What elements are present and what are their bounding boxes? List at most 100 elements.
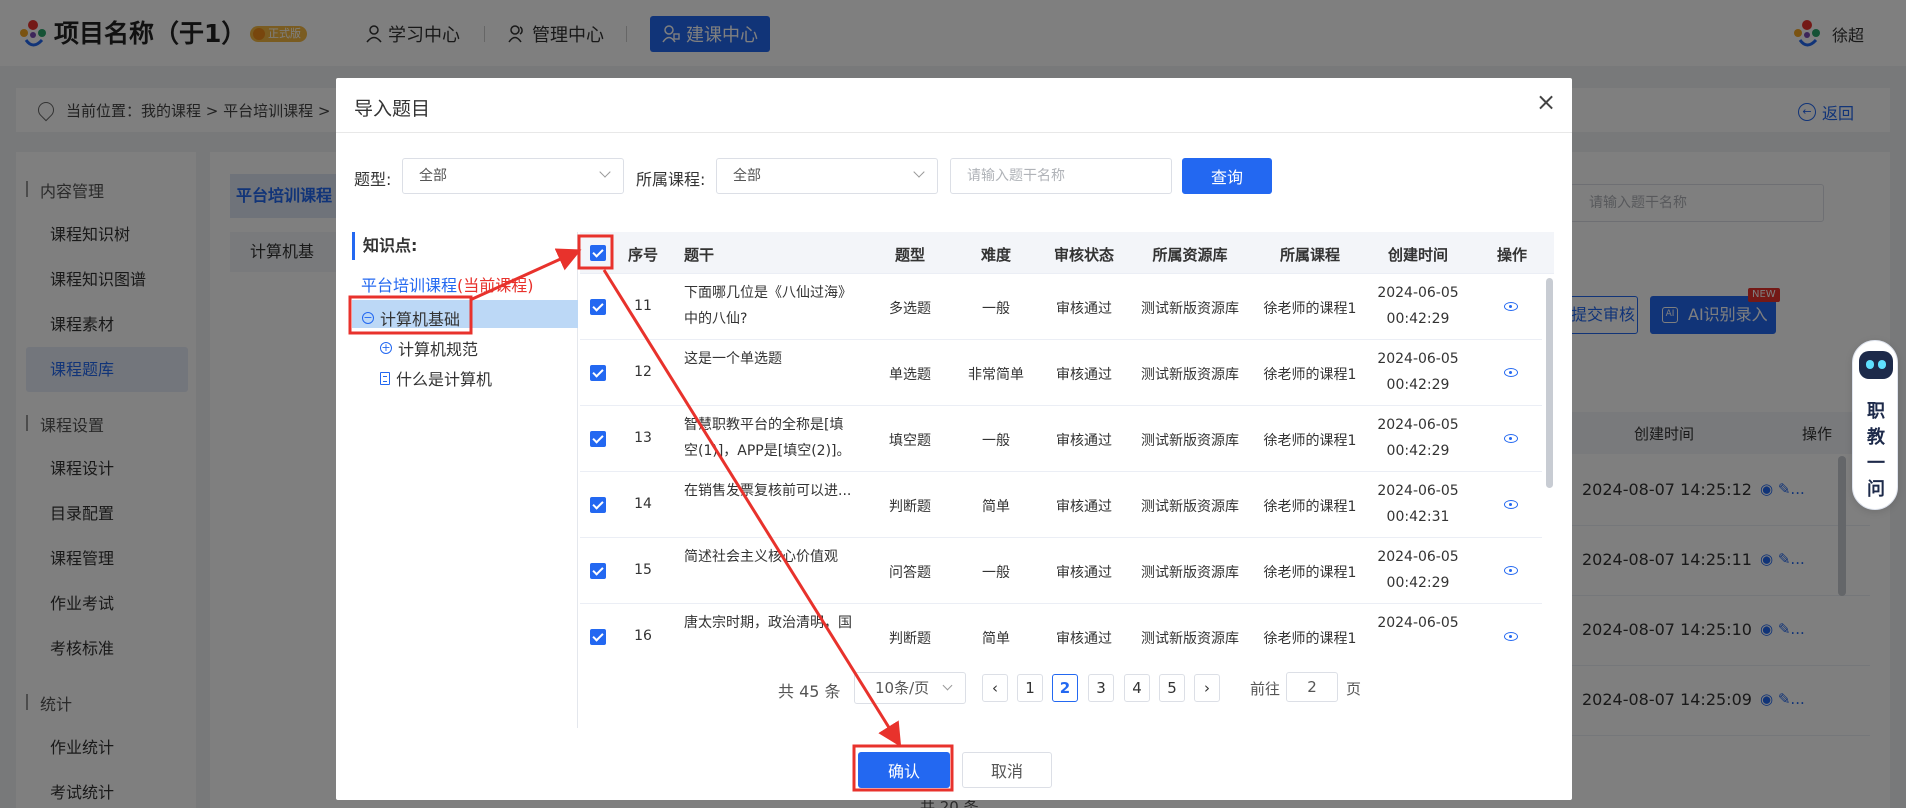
preview-eye-icon[interactable]	[1504, 368, 1518, 377]
assistant-bot-widget[interactable]: 职教一问	[1852, 340, 1898, 510]
row-checkbox[interactable]	[590, 497, 606, 513]
cell-course: 徐老师的课程1	[1263, 367, 1357, 383]
cell-seq: 12	[634, 364, 652, 380]
cell-library: 测试新版资源库	[1141, 433, 1239, 449]
cell-library: 测试新版资源库	[1141, 565, 1239, 581]
type-select[interactable]: 全部	[402, 158, 624, 194]
page-size-value: 10条/页	[875, 679, 930, 697]
cell-library: 测试新版资源库	[1141, 367, 1239, 383]
stem-search-input[interactable]	[950, 158, 1172, 194]
cell-course: 徐老师的课程1	[1263, 631, 1357, 647]
query-button[interactable]: 查询	[1182, 158, 1272, 194]
cell-created: 2024-06-05 00:42:29	[1377, 346, 1458, 398]
cell-difficulty: 简单	[982, 499, 1010, 515]
tree-node-what-is-computer[interactable]: 什么是计算机	[380, 366, 492, 390]
goto-page-input[interactable]	[1286, 672, 1338, 702]
cell-stem: 唐太宗时期，政治清明，国	[684, 615, 852, 631]
page-1-button[interactable]: 1	[1017, 674, 1043, 702]
cell-course: 徐老师的课程1	[1263, 565, 1357, 581]
row-checkbox[interactable]	[590, 365, 606, 381]
preview-eye-icon[interactable]	[1504, 434, 1518, 443]
page-3-button[interactable]: 3	[1088, 674, 1114, 702]
page-2-button[interactable]: 2	[1052, 674, 1078, 702]
cell-time: 00:42:29	[1386, 443, 1450, 459]
goto-suffix: 页	[1346, 680, 1362, 698]
questions-table: 序号 题干 题型 难度 审核状态 所属资源库 所属课程 创建时间 操作 11 下面…	[580, 232, 1554, 648]
cell-date: 2024-06-05	[1377, 417, 1459, 433]
course-select[interactable]: 全部	[716, 158, 938, 194]
preview-eye-icon[interactable]	[1504, 632, 1518, 641]
preview-eye-icon[interactable]	[1504, 302, 1518, 311]
cell-created: 2024-06-05 00:42:29	[1377, 412, 1458, 464]
cell-difficulty: 一般	[982, 565, 1010, 581]
cell-created: 2024-06-05	[1377, 610, 1458, 636]
table-scrollbar[interactable]	[1546, 278, 1553, 488]
next-page-button[interactable]: ›	[1194, 674, 1220, 702]
table-row[interactable]: 14 在销售发票复核前可以进... 判断题 简单 审核通过 测试新版资源库 徐老师的课程1 2…	[580, 472, 1542, 538]
tree-node-computer-spec[interactable]: + 计算机规范	[380, 336, 478, 360]
document-icon	[380, 371, 390, 385]
cell-time: 00:42:29	[1386, 377, 1450, 393]
tree-node-computer-basics[interactable]: − 计算机基础	[362, 306, 460, 330]
cell-created: 2024-06-05 00:42:31	[1377, 478, 1458, 530]
page-5-button[interactable]: 5	[1159, 674, 1185, 702]
cell-seq: 11	[634, 298, 652, 314]
cell-date: 2024-06-05	[1377, 549, 1459, 565]
table-row[interactable]: 15 简述社会主义核心价值观 问答题 一般 审核通过 测试新版资源库 徐老师的课程1 2024…	[580, 538, 1542, 604]
preview-eye-icon[interactable]	[1504, 566, 1518, 575]
cell-seq: 15	[634, 562, 652, 578]
cell-library: 测试新版资源库	[1141, 631, 1239, 647]
cell-review: 审核通过	[1056, 499, 1112, 515]
row-checkbox[interactable]	[590, 431, 606, 447]
table-row[interactable]: 13 智慧职教平台的全称是[填空(1)]，APP是[填空(2)]。 填空题 一般 审核通…	[580, 406, 1542, 472]
cell-stem: 智慧职教平台的全称是[填空(1)]，APP是[填空(2)]。	[684, 417, 851, 459]
prev-page-button[interactable]: ‹	[982, 674, 1008, 702]
cell-type: 判断题	[889, 631, 931, 647]
cancel-button[interactable]: 取消	[962, 752, 1052, 788]
cell-type: 填空题	[889, 433, 931, 449]
robot-icon	[1859, 351, 1893, 379]
cell-difficulty: 一般	[982, 301, 1010, 317]
tree-root-course[interactable]: 平台培训课程(当前课程)	[361, 272, 534, 296]
cell-type: 判断题	[889, 499, 931, 515]
cell-review: 审核通过	[1056, 367, 1112, 383]
table-row[interactable]: 16 唐太宗时期，政治清明，国 判断题 简单 审核通过 测试新版资源库 徐老师的课程1 202…	[580, 604, 1542, 648]
cell-library: 测试新版资源库	[1141, 301, 1239, 317]
close-icon[interactable]: ×	[1534, 90, 1558, 114]
cell-type: 单选题	[889, 367, 931, 383]
expand-icon[interactable]: +	[380, 342, 392, 354]
page-size-select[interactable]: 10条/页	[854, 672, 966, 704]
tree-node-label: 什么是计算机	[396, 370, 493, 389]
cell-review: 审核通过	[1056, 433, 1112, 449]
cell-date: 2024-06-05	[1377, 285, 1459, 301]
cell-review: 审核通过	[1056, 301, 1112, 317]
column-header-created: 创建时间	[1387, 246, 1449, 264]
column-header-type: 题型	[894, 246, 926, 264]
table-row[interactable]: 11 下面哪几位是《八仙过海》中的八仙? 多选题 一般 审核通过 测试新版资源库 徐老师的课…	[580, 274, 1542, 340]
tree-root-label: 平台培训课程	[361, 276, 458, 295]
row-checkbox[interactable]	[590, 299, 606, 315]
course-select-value: 全部	[733, 168, 761, 184]
column-header-stem: 题干	[684, 246, 715, 264]
row-checkbox[interactable]	[590, 629, 606, 645]
cell-seq: 14	[634, 496, 652, 512]
import-questions-dialog: 导入题目 × 题型: 全部 所属课程: 全部 查询 知识点: 平台培训课程(当前…	[336, 78, 1572, 800]
preview-eye-icon[interactable]	[1504, 500, 1518, 509]
collapse-icon[interactable]: −	[362, 312, 374, 324]
select-all-checkbox[interactable]	[590, 245, 606, 261]
column-header-difficulty: 难度	[980, 246, 1012, 264]
cell-date: 2024-06-05	[1377, 351, 1459, 367]
pagination-total: 共 45 条	[778, 682, 841, 701]
cell-time: 00:42:29	[1386, 575, 1450, 591]
page-4-button[interactable]: 4	[1124, 674, 1150, 702]
table-header: 序号 题干 题型 难度 审核状态 所属资源库 所属课程 创建时间 操作	[580, 232, 1554, 274]
row-checkbox[interactable]	[590, 563, 606, 579]
column-header-action: 操作	[1496, 246, 1528, 264]
cell-created: 2024-06-05 00:42:29	[1377, 280, 1458, 332]
tree-title: 知识点:	[352, 232, 417, 260]
type-select-value: 全部	[419, 168, 447, 184]
table-row[interactable]: 12 这是一个单选题 单选题 非常简单 审核通过 测试新版资源库 徐老师的课程1 2024-0…	[580, 340, 1542, 406]
chevron-down-icon	[599, 166, 611, 178]
chevron-down-icon	[942, 680, 953, 691]
confirm-button[interactable]: 确认	[858, 752, 950, 788]
